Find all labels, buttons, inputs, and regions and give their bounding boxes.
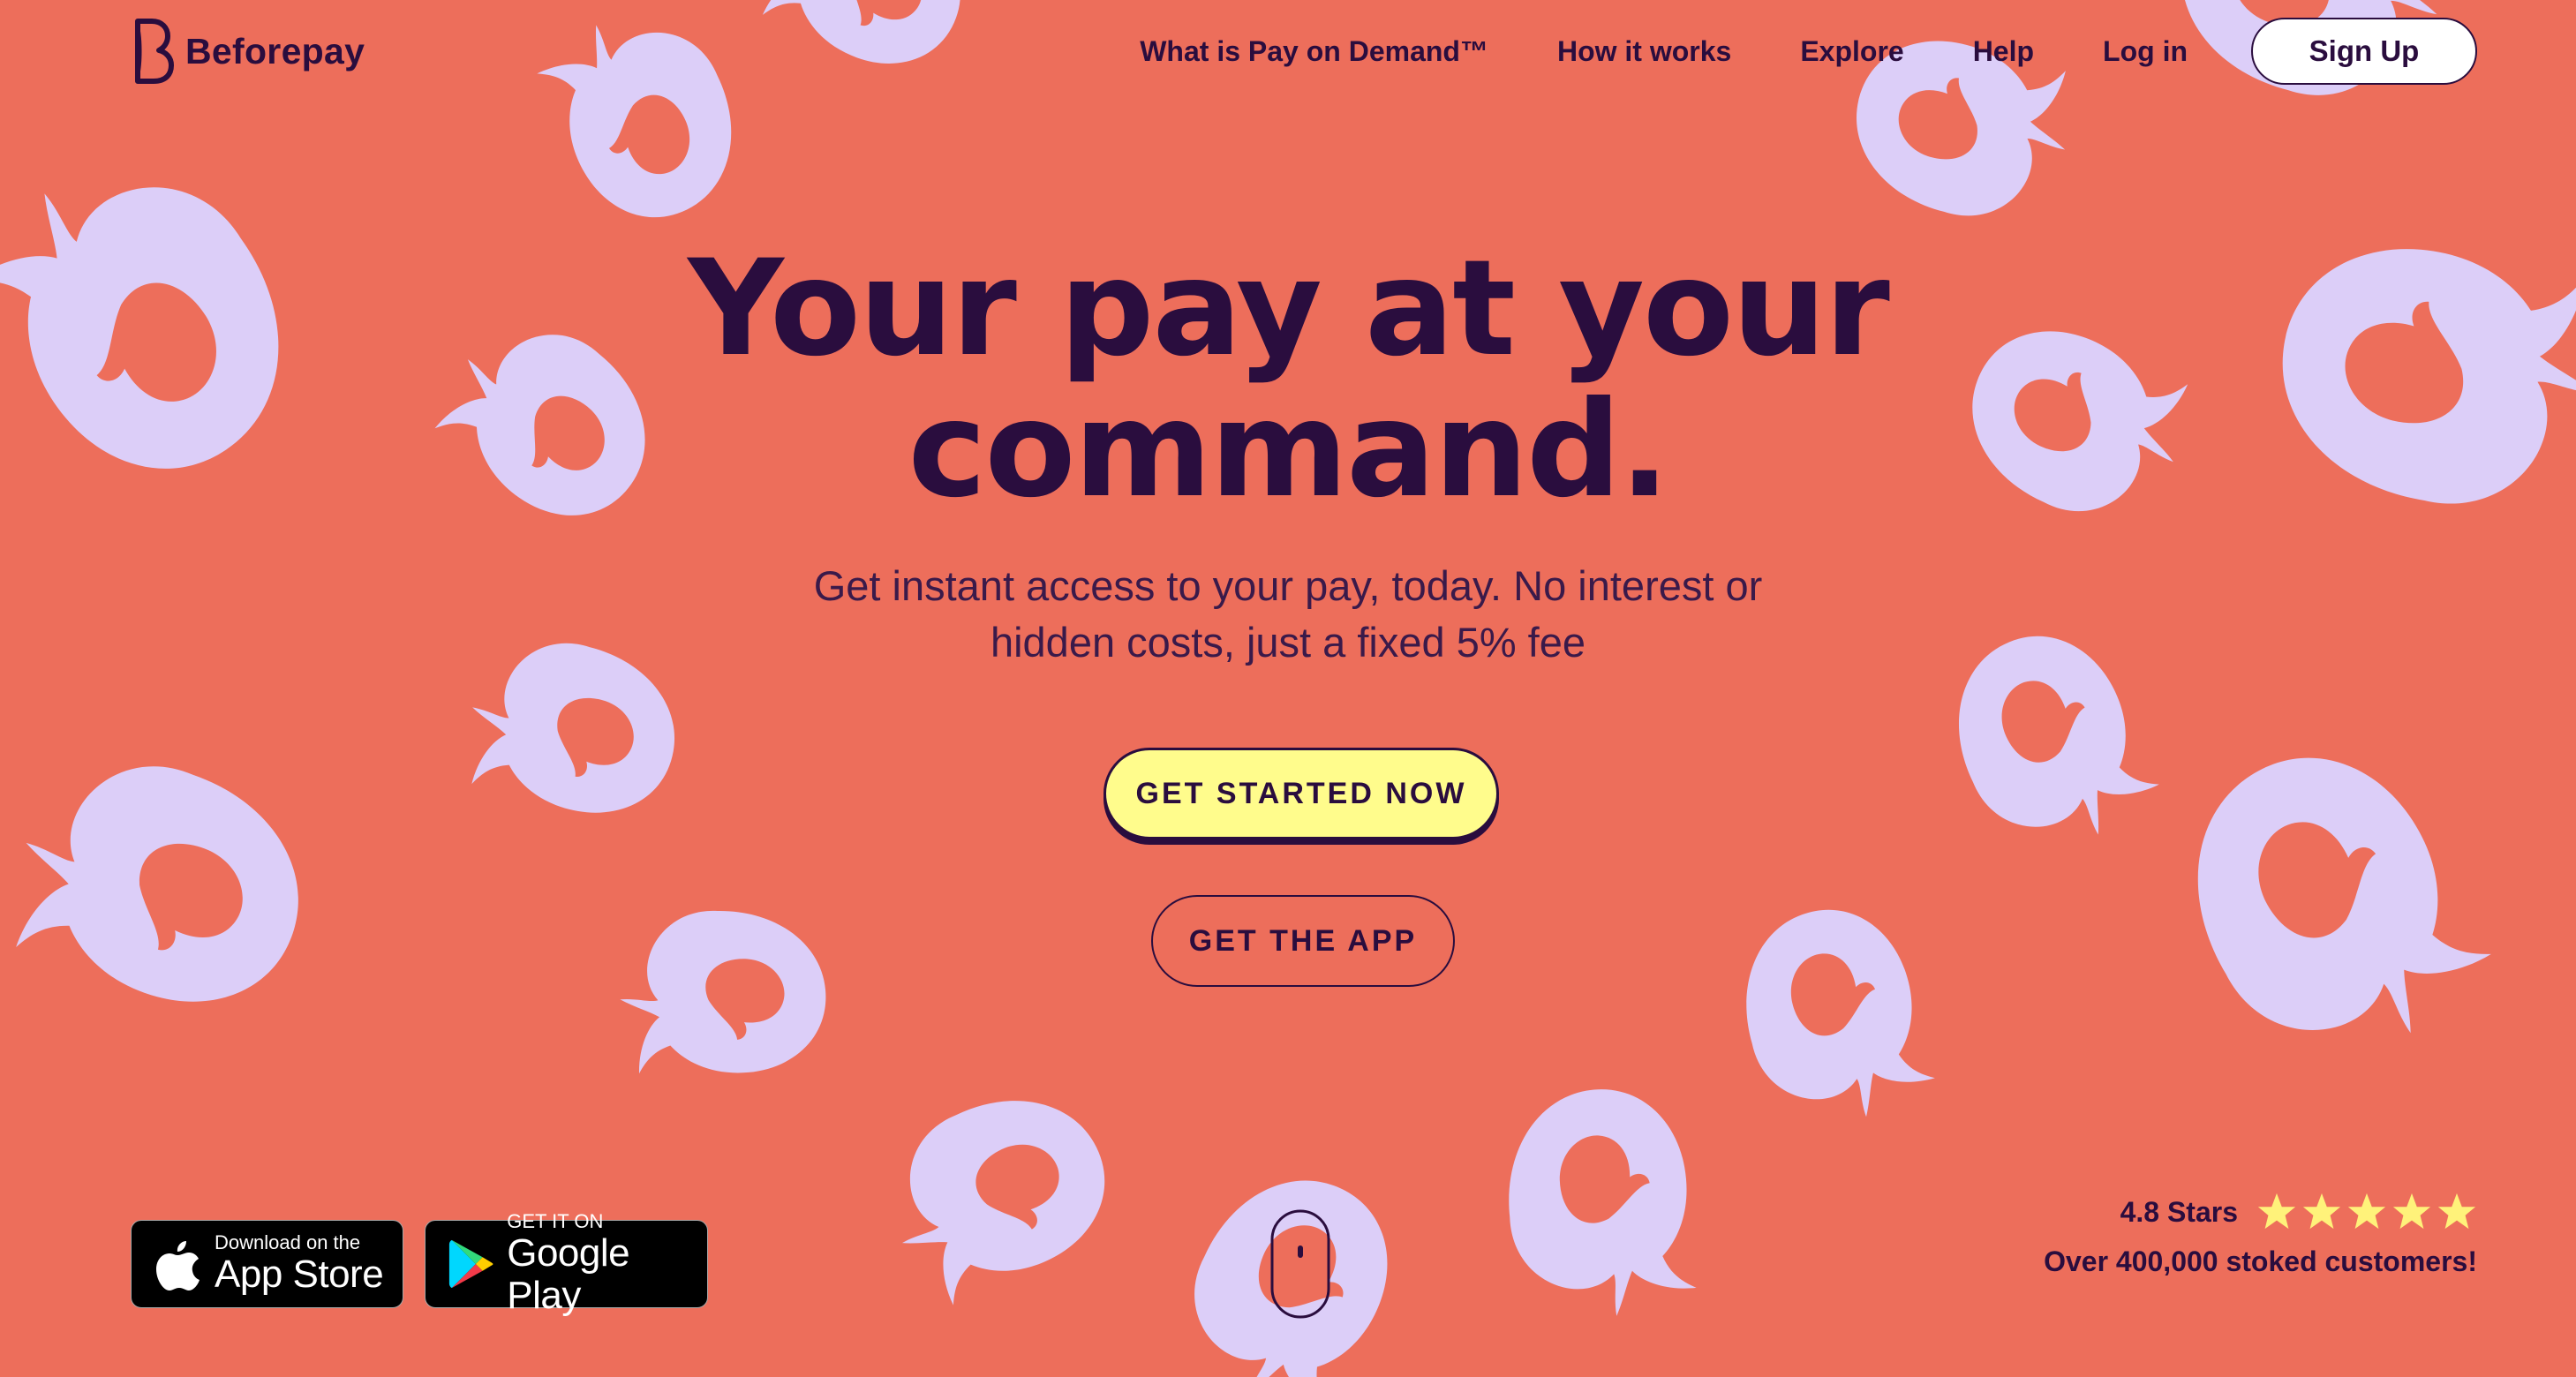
google-play-icon: [448, 1239, 493, 1289]
hero-subtitle-line-1: Get instant access to your pay, today. N…: [813, 562, 1763, 609]
apple-icon: [156, 1241, 200, 1290]
brand-logo[interactable]: Beforepay: [131, 16, 365, 87]
nav-link-log-in[interactable]: Log in: [2103, 35, 2188, 68]
rating-label: 4.8 Stars: [2120, 1195, 2238, 1228]
nav-link-help[interactable]: Help: [1973, 35, 2034, 68]
nav-link-how-it-works[interactable]: How it works: [1557, 35, 1731, 68]
hero-subtitle: Get instant access to your pay, today. N…: [0, 558, 2576, 671]
hero-title-line-1: Your pay at your: [688, 232, 1890, 386]
brand-name: Beforepay: [185, 30, 365, 71]
star-icon: [2302, 1193, 2341, 1230]
star-icon: [2437, 1193, 2476, 1230]
app-store-small-text: Download on the: [215, 1231, 361, 1253]
google-play-badge[interactable]: GET IT ON Google Play: [425, 1211, 708, 1317]
star-rating: [2252, 1192, 2477, 1232]
hero-title: Your pay at your command.: [0, 238, 2576, 521]
main-nav: What is Pay on Demand™ How it works Expl…: [1140, 16, 2477, 87]
scroll-mouse-icon[interactable]: [1269, 1208, 1331, 1320]
rating-block: 4.8 Stars Over 400,000 stoked customers!: [2044, 1187, 2477, 1278]
sign-up-button[interactable]: Sign Up: [2251, 18, 2477, 85]
star-icon: [2257, 1193, 2296, 1230]
background-flame-pattern: [0, 0, 2576, 1377]
app-store-big-text: App Store: [215, 1253, 384, 1296]
get-the-app-button[interactable]: GET THE APP: [1151, 895, 1455, 987]
app-store-text: Download on the App Store: [215, 1231, 384, 1296]
google-play-text: GET IT ON Google Play: [507, 1211, 707, 1317]
nav-link-pay-on-demand[interactable]: What is Pay on Demand™: [1140, 35, 1488, 68]
nav-link-explore[interactable]: Explore: [1800, 35, 1903, 68]
app-store-badge[interactable]: Download on the App Store: [131, 1220, 403, 1308]
google-play-big-text: Google Play: [507, 1231, 630, 1317]
hero-title-line-2: command.: [908, 373, 1670, 527]
star-icon: [2347, 1193, 2386, 1230]
google-play-small-text: GET IT ON: [507, 1210, 604, 1232]
b-logo-icon: [135, 19, 174, 84]
star-icon: [2392, 1193, 2431, 1230]
customers-count-text: Over 400,000 stoked customers!: [2044, 1245, 2477, 1277]
hero-subtitle-line-2: hidden costs, just a fixed 5% fee: [990, 619, 1586, 666]
get-started-now-button[interactable]: GET STARTED NOW: [1103, 748, 1499, 839]
